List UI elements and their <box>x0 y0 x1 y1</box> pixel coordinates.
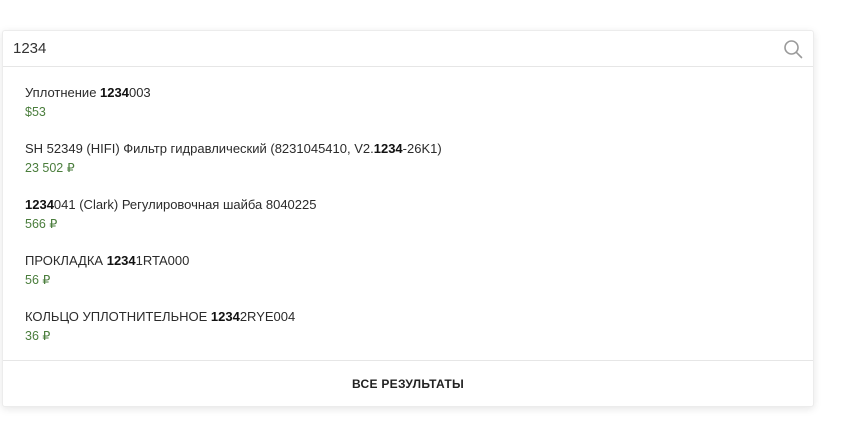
result-name: SH 52349 (HIFI) Фильтр гидравлический (8… <box>25 141 442 156</box>
result-match-highlight: 1234 <box>373 141 403 156</box>
result-name: Уплотнение 1234003 <box>25 85 151 100</box>
result-price: 36 ₽ <box>25 329 51 343</box>
result-item[interactable]: КОЛЬЦО УПЛОТНИТЕЛЬНОЕ 12342RYE004 36 ₽ <box>3 304 813 350</box>
all-results-link[interactable]: ВСЕ РЕЗУЛЬТАТЫ <box>352 377 464 391</box>
result-name: ПРОКЛАДКА 12341RTA000 <box>25 253 190 268</box>
search-bar <box>3 31 813 67</box>
result-match-highlight: 1234 <box>25 197 54 212</box>
result-match-highlight: 1234 <box>106 253 136 268</box>
search-dropdown-panel: Уплотнение 1234003 $53 SH 52349 (HIFI) Ф… <box>2 30 814 407</box>
results-list: Уплотнение 1234003 $53 SH 52349 (HIFI) Ф… <box>3 67 813 350</box>
result-price: 56 ₽ <box>25 273 51 287</box>
result-match-highlight: 1234 <box>210 309 240 324</box>
result-item[interactable]: SH 52349 (HIFI) Фильтр гидравлический (8… <box>3 136 813 182</box>
result-name: КОЛЬЦО УПЛОТНИТЕЛЬНОЕ 12342RYE004 <box>25 309 296 324</box>
result-price: $53 <box>25 105 46 119</box>
result-item[interactable]: ПРОКЛАДКА 12341RTA000 56 ₽ <box>3 248 813 294</box>
result-name: 1234041 (Clark) Регулировочная шайба 804… <box>25 197 317 212</box>
result-price: 23 502 ₽ <box>25 161 75 175</box>
result-item[interactable]: Уплотнение 1234003 $53 <box>3 80 813 126</box>
results-footer: ВСЕ РЕЗУЛЬТАТЫ <box>3 360 813 406</box>
result-item[interactable]: 1234041 (Clark) Регулировочная шайба 804… <box>3 192 813 238</box>
search-input[interactable] <box>3 31 773 66</box>
result-price: 566 ₽ <box>25 217 58 231</box>
result-match-highlight: 1234 <box>100 85 129 100</box>
search-icon[interactable] <box>783 39 803 59</box>
